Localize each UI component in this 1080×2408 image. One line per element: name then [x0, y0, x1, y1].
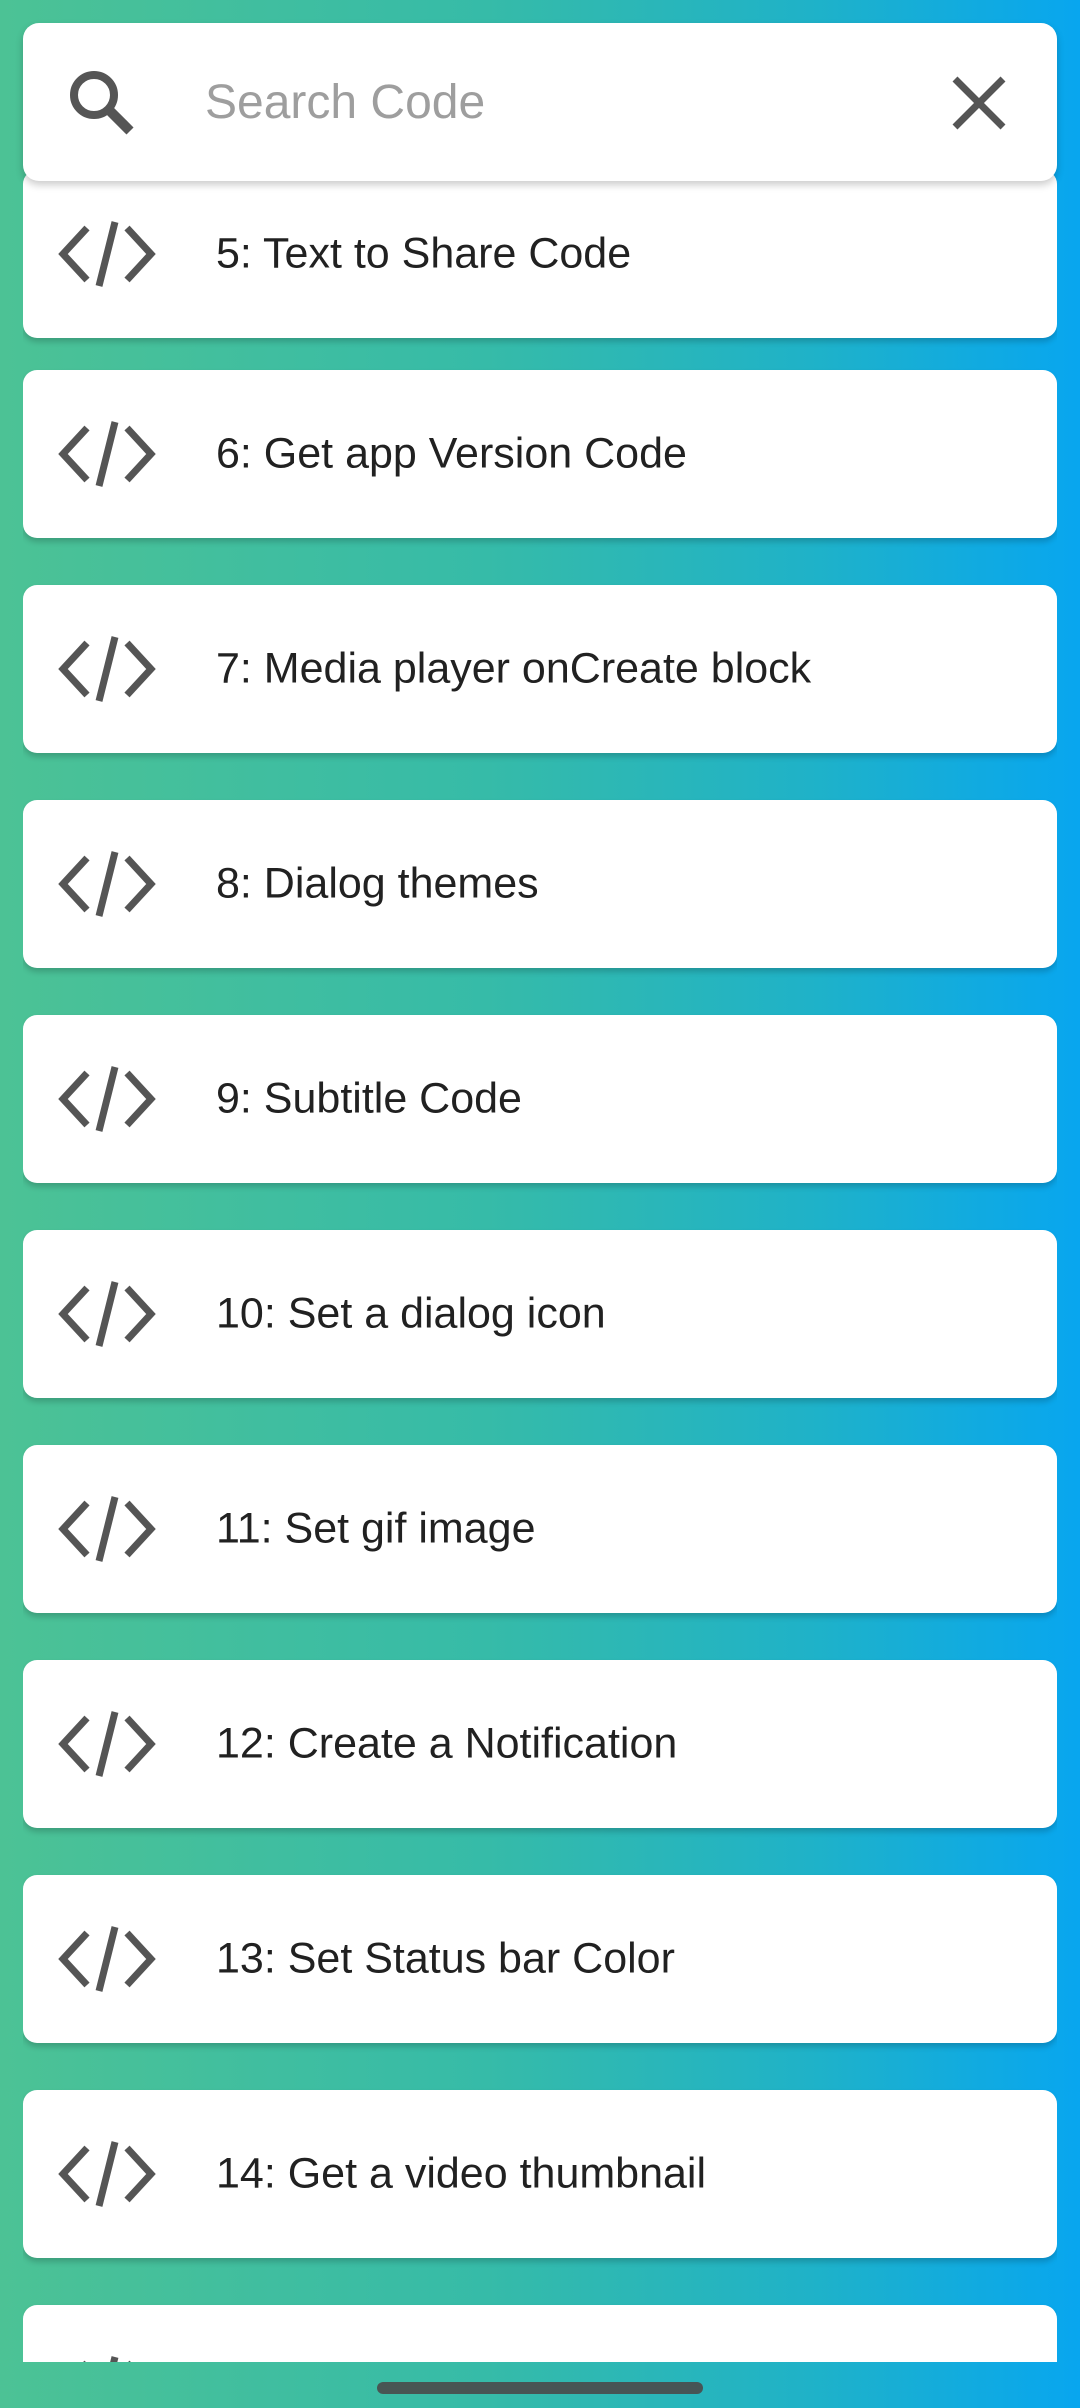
search-input[interactable] — [205, 67, 905, 137]
code-icon — [58, 1711, 156, 1777]
list-item-label: 10: Set a dialog icon — [216, 1289, 606, 1338]
search-bar — [23, 23, 1057, 181]
code-icon — [58, 1066, 156, 1132]
list-item[interactable]: 13: Set Status bar Color — [23, 1875, 1057, 2043]
search-icon[interactable] — [67, 68, 135, 136]
code-icon — [58, 221, 156, 287]
list-item[interactable]: 14: Get a video thumbnail — [23, 2090, 1057, 2258]
list-item[interactable]: 8: Dialog themes — [23, 800, 1057, 968]
list-item[interactable]: 5: Text to Share Code — [23, 170, 1057, 338]
list-item-label: 6: Get app Version Code — [216, 429, 687, 478]
code-icon — [58, 1926, 156, 1992]
list-item[interactable]: 7: Media player onCreate block — [23, 585, 1057, 753]
list-item-label: 9: Subtitle Code — [216, 1074, 522, 1123]
code-icon — [58, 636, 156, 702]
list-item-label: 13: Set Status bar Color — [216, 1934, 675, 1983]
navigation-handle[interactable] — [377, 2382, 703, 2394]
list-item-label: 7: Media player onCreate block — [216, 644, 812, 693]
list-item-label: 8: Dialog themes — [216, 859, 539, 908]
list-item[interactable]: 10: Set a dialog icon — [23, 1230, 1057, 1398]
close-icon[interactable] — [951, 75, 1007, 131]
list-item-label: 12: Create a Notification — [216, 1719, 678, 1768]
list-item-label: 11: Set gif image — [216, 1504, 536, 1553]
list-item[interactable] — [23, 2305, 1057, 2362]
code-icon — [83, 2356, 131, 2362]
code-icon — [58, 851, 156, 917]
code-icon — [58, 2141, 156, 2207]
list-item[interactable]: 12: Create a Notification — [23, 1660, 1057, 1828]
code-icon — [58, 1496, 156, 1562]
list-item-label: 14: Get a video thumbnail — [216, 2149, 707, 2198]
code-list[interactable]: 5: Text to Share Code 6: Get app Version… — [23, 0, 1057, 2362]
code-icon — [58, 1281, 156, 1347]
list-item[interactable]: 6: Get app Version Code — [23, 370, 1057, 538]
list-item[interactable]: 9: Subtitle Code — [23, 1015, 1057, 1183]
list-item-label: 5: Text to Share Code — [216, 229, 632, 278]
code-icon — [58, 421, 156, 487]
list-item[interactable]: 11: Set gif image — [23, 1445, 1057, 1613]
